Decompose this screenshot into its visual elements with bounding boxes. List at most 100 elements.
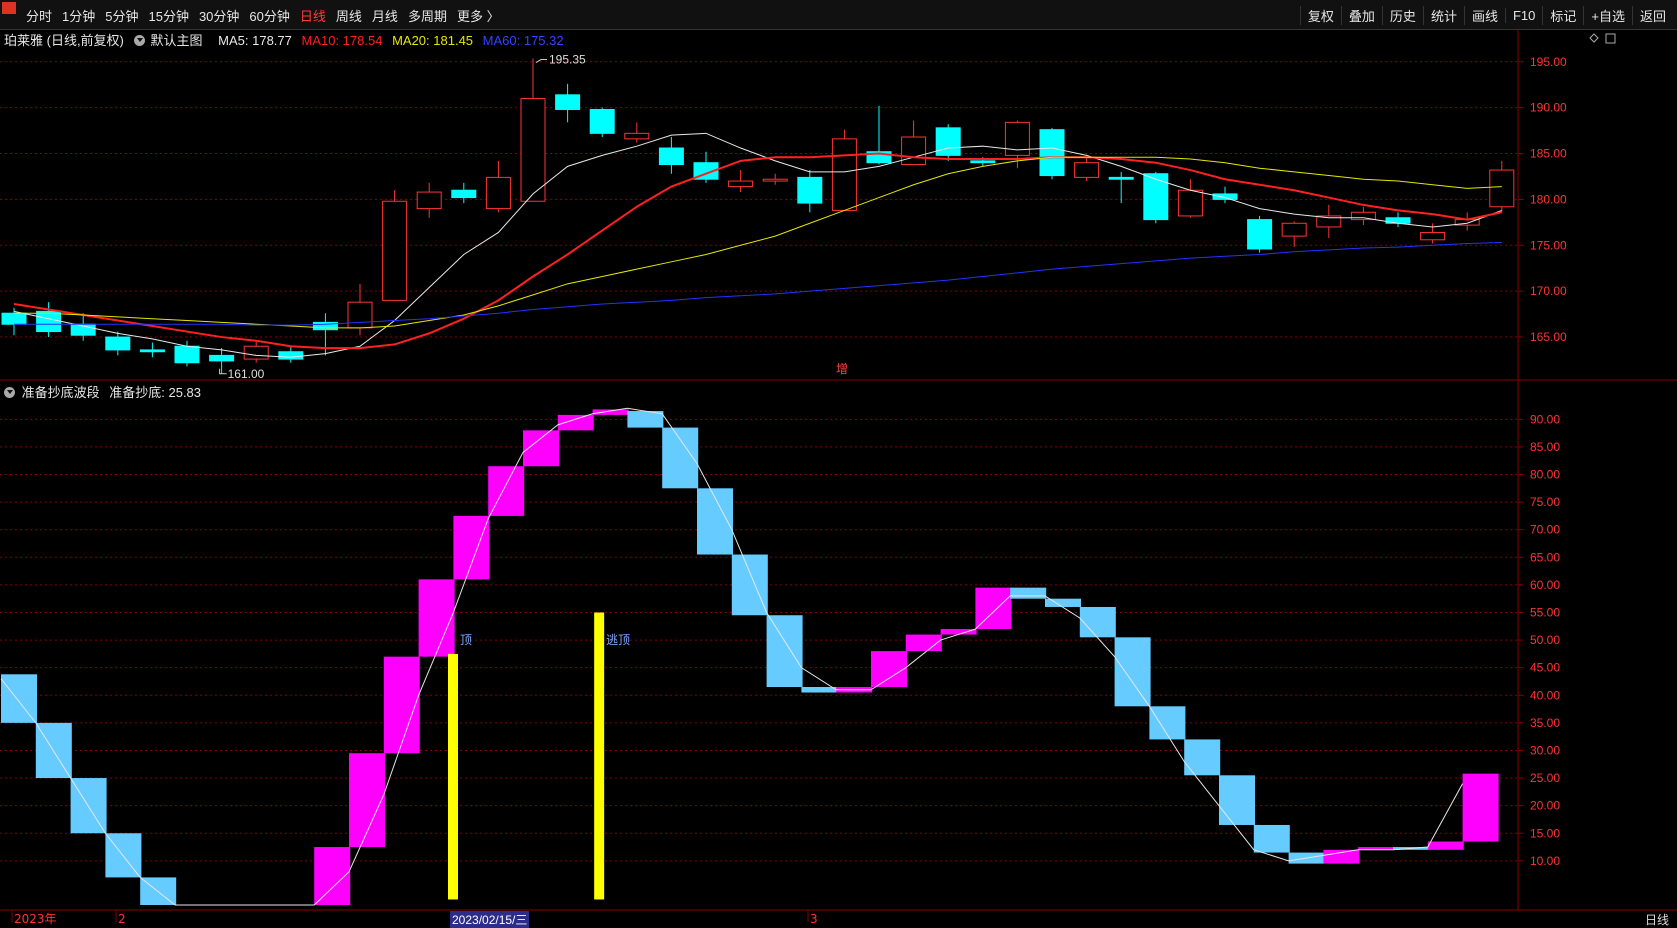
tab-5[interactable]: 60分钟 — [249, 6, 289, 25]
high-label: 195.35 — [549, 53, 586, 67]
candle-body-29 — [1004, 121, 1030, 156]
sub-tick-label-10: 60.00 — [1530, 578, 1560, 592]
toolbar-button-8[interactable]: 返回 — [1631, 5, 1673, 25]
candle-body-24 — [831, 138, 857, 211]
wave-box-42 — [1462, 773, 1499, 842]
x-tick-label-0: 2023年 — [14, 912, 57, 926]
low-pointer — [219, 368, 227, 375]
chart-canvas[interactable]: 165.00 170.00 175.00 180.00 185.00 190.00 195.… — [0, 0, 1677, 926]
candle-body-0 — [1, 312, 27, 325]
signal-bar-0 — [448, 653, 458, 900]
main-tick-label-3: 180.00 — [1530, 192, 1567, 206]
tab-7[interactable]: 周线 — [336, 6, 362, 25]
ma20-label: MA20: 181.45 — [392, 33, 474, 48]
dropdown-icon — [133, 35, 145, 46]
wave-line — [0, 407, 1464, 906]
sub-tick-label-16: 90.00 — [1530, 412, 1560, 426]
toolbar-button-1[interactable]: 叠加 — [1340, 5, 1382, 25]
wave-box-22 — [766, 615, 803, 687]
wave-box-38 — [1323, 849, 1360, 864]
main-tick-label-2: 175.00 — [1530, 238, 1567, 252]
candle-body-37 — [1281, 222, 1307, 237]
sub-tick-label-1: 15.00 — [1530, 826, 1560, 840]
candle-body-23 — [797, 176, 823, 204]
candle-body-17 — [589, 108, 615, 134]
candle-body-12 — [416, 191, 442, 210]
sub-tick-label-7: 45.00 — [1530, 661, 1560, 675]
candle-body-14 — [485, 176, 511, 210]
toolbar-button-5[interactable]: F10 — [1504, 7, 1542, 23]
x-tick-label-2: 3 — [810, 912, 818, 926]
wave-box-36 — [1253, 824, 1290, 853]
tab-1[interactable]: 1分钟 — [62, 6, 95, 25]
wave-box-21 — [731, 554, 768, 616]
candle-body-15 — [520, 97, 546, 202]
candle-body-34 — [1177, 189, 1203, 217]
ma10-label: MA10: 178.54 — [301, 33, 383, 48]
wave-box-41 — [1427, 841, 1464, 850]
toolbar-button-7[interactable]: +自选 — [1583, 5, 1632, 25]
candle-body-30 — [1039, 129, 1065, 177]
candle-body-3 — [105, 336, 131, 351]
sub-tick-label-14: 80.00 — [1530, 468, 1560, 482]
wave-box-25 — [871, 651, 907, 687]
stock-title[interactable]: 珀莱雅 (日线,前复权) — [4, 33, 124, 48]
candle-body-18 — [624, 132, 650, 140]
toolbar-button-3[interactable]: 统计 — [1422, 5, 1464, 25]
ma5-label: MA5: 178.77 — [218, 33, 292, 48]
tab-10[interactable]: 更多 〉 — [457, 6, 500, 25]
x-tick-label-1: 2 — [118, 912, 126, 926]
candle-body-8 — [278, 351, 304, 360]
candle-body-26 — [901, 136, 927, 166]
candle-body-39 — [1350, 211, 1376, 221]
diamond-icon — [1589, 33, 1599, 43]
candle-body-35 — [1212, 193, 1238, 200]
toolbar-button-4[interactable]: 画线 — [1463, 5, 1505, 25]
wave-box-23 — [801, 686, 838, 693]
period-tabs: 分时 1分钟 5分钟 15分钟 30分钟 60分钟 日线 周线 月线 多周期 更多 〉 — [16, 0, 500, 30]
tab-8[interactable]: 月线 — [372, 6, 398, 25]
candle-body-19 — [658, 147, 684, 166]
wave-box-28 — [975, 587, 1012, 630]
tab-9[interactable]: 多周期 — [408, 6, 447, 25]
tab-6[interactable]: 日线 — [300, 6, 326, 25]
main-legend: 珀莱雅 (日线,前复权) 默认主图 MA5: 178.77 MA10: 178.… — [4, 30, 570, 48]
sub-legend: 准备抄底波段 准备抄底: 25.83 — [4, 382, 201, 400]
tab-4[interactable]: 30分钟 — [199, 6, 239, 25]
window-icon — [1605, 33, 1616, 44]
candle-body-21 — [728, 180, 754, 188]
tab-0[interactable]: 分时 — [26, 6, 52, 25]
sub-tick-label-9: 55.00 — [1530, 605, 1560, 619]
candle-body-13 — [451, 189, 477, 199]
main-tick-label-6: 195.00 — [1530, 55, 1567, 69]
tab-2[interactable]: 5分钟 — [105, 6, 138, 25]
candle-body-10 — [347, 301, 373, 329]
crosshair-date: 2023/02/15/三 — [450, 911, 530, 928]
sub-tick-label-13: 75.00 — [1530, 495, 1560, 509]
wave-box-31 — [1079, 606, 1116, 638]
indicator-value: 准备抄底: 25.83 — [109, 385, 202, 400]
wave-box-34 — [1184, 739, 1221, 776]
candle-body-31 — [1074, 162, 1100, 178]
sub-tick-label-12: 70.00 — [1530, 523, 1560, 537]
dropdown-icon[interactable] — [4, 387, 15, 398]
sub-tick-label-5: 35.00 — [1530, 716, 1560, 730]
indicator-name[interactable]: 准备抄底波段 — [22, 385, 100, 400]
candle-body-5 — [174, 345, 200, 364]
signal-bar-1 — [594, 612, 605, 900]
tab-3[interactable]: 15分钟 — [148, 6, 188, 25]
close-icon[interactable] — [2, 2, 16, 14]
main-tick-label-5: 190.00 — [1530, 101, 1567, 115]
candle-body-4 — [139, 349, 165, 353]
candle-body-22 — [762, 178, 788, 182]
sub-tick-label-15: 85.00 — [1530, 440, 1560, 454]
sub-tick-label-8: 50.00 — [1530, 633, 1560, 647]
template-selector[interactable]: 默认主图 — [133, 33, 209, 48]
toolbar-button-0[interactable]: 复权 — [1299, 5, 1341, 25]
toolbar-right-buttons: 复权 叠加 历史 统计 画线 F10 标记 +自选 返回 — [1299, 0, 1673, 30]
candle-body-40 — [1385, 217, 1411, 224]
sub-tick-label-4: 30.00 — [1530, 743, 1560, 757]
toolbar-button-2[interactable]: 历史 — [1381, 5, 1423, 25]
toolbar-button-6[interactable]: 标记 — [1542, 5, 1583, 25]
candle-body-28 — [970, 160, 996, 164]
